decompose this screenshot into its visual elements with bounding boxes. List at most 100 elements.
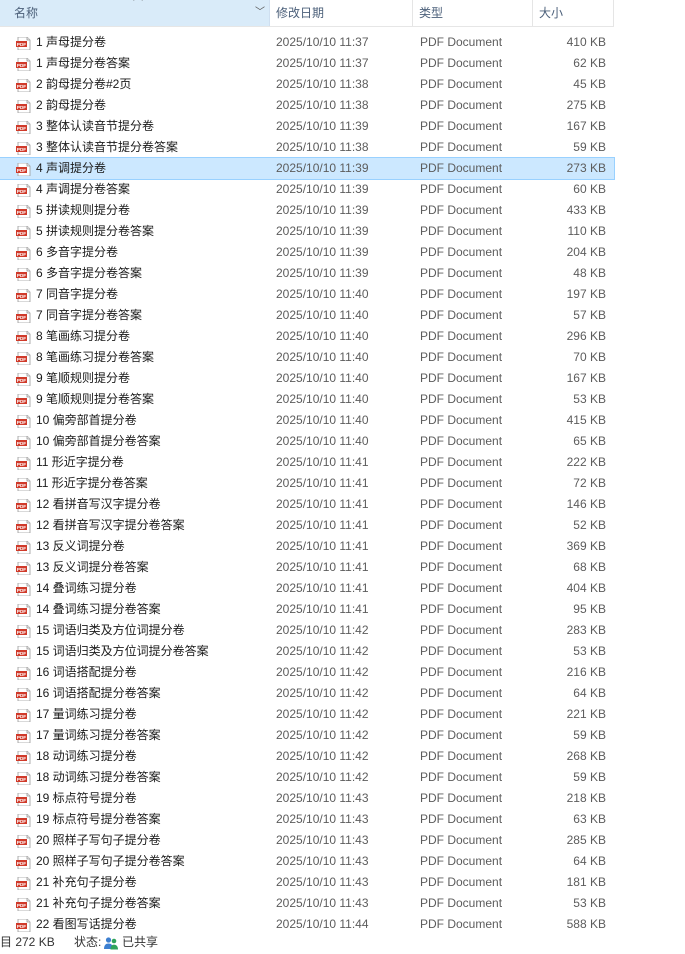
column-header-name[interactable]: ︿ 名称 ﹀ xyxy=(0,0,270,26)
file-type: PDF Document xyxy=(420,413,503,427)
file-size: 167 KB xyxy=(566,371,606,385)
file-name: 13 反义词提分卷答案 xyxy=(36,560,149,574)
file-list: PDF 1 声母提分卷 2025/10/10 11:37 PDF Document 41… xyxy=(0,32,615,935)
file-row[interactable]: PDF 15 词语归类及方位词提分卷答案 2025/10/10 11:42 PDF D… xyxy=(0,641,614,662)
file-name: 10 偏旁部首提分卷答案 xyxy=(36,434,161,448)
file-row[interactable]: PDF 18 动词练习提分卷 2025/10/10 11:42 PDF Documen… xyxy=(0,746,614,767)
file-type: PDF Document xyxy=(420,203,503,217)
file-size: 53 KB xyxy=(573,896,606,910)
file-row[interactable]: PDF 6 多音字提分卷答案 2025/10/10 11:39 PDF Documen… xyxy=(0,263,614,284)
file-date: 2025/10/10 11:42 xyxy=(276,623,369,637)
pdf-file-icon: PDF xyxy=(16,351,31,366)
file-row[interactable]: PDF 7 同音字提分卷 2025/10/10 11:40 PDF Document 1… xyxy=(0,284,614,305)
file-row[interactable]: PDF 8 笔画练习提分卷答案 2025/10/10 11:40 PDF Docume… xyxy=(0,347,614,368)
pdf-file-icon: PDF xyxy=(16,477,31,492)
file-row[interactable]: PDF 1 声母提分卷答案 2025/10/10 11:37 PDF Document… xyxy=(0,53,614,74)
file-row[interactable]: PDF 10 偏旁部首提分卷答案 2025/10/10 11:40 PDF Docum… xyxy=(0,431,614,452)
pdf-file-icon: PDF xyxy=(16,729,31,744)
file-type: PDF Document xyxy=(420,749,503,763)
svg-text:PDF: PDF xyxy=(17,441,26,446)
svg-text:PDF: PDF xyxy=(17,714,26,719)
file-row[interactable]: PDF 18 动词练习提分卷答案 2025/10/10 11:42 PDF Docum… xyxy=(0,767,614,788)
file-date: 2025/10/10 11:43 xyxy=(276,812,369,826)
file-row[interactable]: PDF 12 看拼音写汉字提分卷答案 2025/10/10 11:41 PDF Doc… xyxy=(0,515,614,536)
file-row[interactable]: PDF 13 反义词提分卷 2025/10/10 11:41 PDF Document… xyxy=(0,536,614,557)
column-header-type[interactable]: 类型 xyxy=(413,0,533,26)
svg-text:PDF: PDF xyxy=(17,336,26,341)
file-date: 2025/10/10 11:37 xyxy=(276,56,369,70)
file-row[interactable]: PDF 11 形近字提分卷 2025/10/10 11:41 PDF Document… xyxy=(0,452,614,473)
column-header-size[interactable]: 大小 xyxy=(533,0,614,26)
pdf-file-icon: PDF xyxy=(16,750,31,765)
file-row[interactable]: PDF 2 韵母提分卷 2025/10/10 11:38 PDF Document 27… xyxy=(0,95,614,116)
file-row[interactable]: PDF 7 同音字提分卷答案 2025/10/10 11:40 PDF Documen… xyxy=(0,305,614,326)
file-row[interactable]: PDF 11 形近字提分卷答案 2025/10/10 11:41 PDF Docume… xyxy=(0,473,614,494)
file-row[interactable]: PDF 13 反义词提分卷答案 2025/10/10 11:41 PDF Docume… xyxy=(0,557,614,578)
file-row[interactable]: PDF 3 整体认读音节提分卷 2025/10/10 11:39 PDF Docume… xyxy=(0,116,614,137)
file-row[interactable]: PDF 5 拼读规则提分卷 2025/10/10 11:39 PDF Document… xyxy=(0,200,614,221)
file-size: 52 KB xyxy=(573,518,606,532)
file-row[interactable]: PDF 19 标点符号提分卷 2025/10/10 11:43 PDF Documen… xyxy=(0,788,614,809)
file-type: PDF Document xyxy=(420,791,503,805)
file-row[interactable]: PDF 16 词语搭配提分卷答案 2025/10/10 11:42 PDF Docum… xyxy=(0,683,614,704)
chevron-down-icon[interactable]: ﹀ xyxy=(255,0,265,26)
file-date: 2025/10/10 11:38 xyxy=(276,77,369,91)
svg-text:PDF: PDF xyxy=(17,924,26,929)
file-size: 218 KB xyxy=(566,791,606,805)
selection-size: 目 272 KB xyxy=(0,935,55,949)
file-name: 16 词语搭配提分卷 xyxy=(36,665,137,679)
file-row[interactable]: PDF 20 照样子写句子提分卷答案 2025/10/10 11:43 PDF Doc… xyxy=(0,851,614,872)
file-row[interactable]: PDF 9 笔顺规则提分卷 2025/10/10 11:40 PDF Document… xyxy=(0,368,614,389)
svg-text:PDF: PDF xyxy=(17,609,26,614)
file-row[interactable]: PDF 17 量词练习提分卷答案 2025/10/10 11:42 PDF Docum… xyxy=(0,725,614,746)
svg-text:PDF: PDF xyxy=(17,651,26,656)
file-row[interactable]: PDF 9 笔顺规则提分卷答案 2025/10/10 11:40 PDF Docume… xyxy=(0,389,614,410)
file-row[interactable]: PDF 12 看拼音写汉字提分卷 2025/10/10 11:41 PDF Docum… xyxy=(0,494,614,515)
file-date: 2025/10/10 11:41 xyxy=(276,560,369,574)
file-type: PDF Document xyxy=(420,350,503,364)
file-type: PDF Document xyxy=(420,308,503,322)
file-row[interactable]: PDF 20 照样子写句子提分卷 2025/10/10 11:43 PDF Docum… xyxy=(0,830,614,851)
file-row[interactable]: PDF 1 声母提分卷 2025/10/10 11:37 PDF Document 41… xyxy=(0,32,614,53)
svg-text:PDF: PDF xyxy=(17,777,26,782)
file-row[interactable]: PDF 5 拼读规则提分卷答案 2025/10/10 11:39 PDF Docume… xyxy=(0,221,614,242)
file-date: 2025/10/10 11:38 xyxy=(276,140,369,154)
column-header-date[interactable]: 修改日期 xyxy=(270,0,413,26)
file-name: 14 叠词练习提分卷 xyxy=(36,581,137,595)
file-row[interactable]: PDF 14 叠词练习提分卷答案 2025/10/10 11:41 PDF Docum… xyxy=(0,599,614,620)
file-date: 2025/10/10 11:39 xyxy=(276,224,369,238)
svg-text:PDF: PDF xyxy=(17,756,26,761)
file-row[interactable]: PDF 19 标点符号提分卷答案 2025/10/10 11:43 PDF Docum… xyxy=(0,809,614,830)
file-row[interactable]: PDF 6 多音字提分卷 2025/10/10 11:39 PDF Document 2… xyxy=(0,242,614,263)
file-row[interactable]: PDF 14 叠词练习提分卷 2025/10/10 11:41 PDF Documen… xyxy=(0,578,614,599)
file-row[interactable]: PDF 16 词语搭配提分卷 2025/10/10 11:42 PDF Documen… xyxy=(0,662,614,683)
file-size: 204 KB xyxy=(566,245,606,259)
file-size: 95 KB xyxy=(573,602,606,616)
file-row[interactable]: PDF 3 整体认读音节提分卷答案 2025/10/10 11:38 PDF Docu… xyxy=(0,137,614,158)
file-row[interactable]: PDF 17 量词练习提分卷 2025/10/10 11:42 PDF Documen… xyxy=(0,704,614,725)
file-row[interactable]: PDF 15 词语归类及方位词提分卷 2025/10/10 11:42 PDF Doc… xyxy=(0,620,614,641)
file-type: PDF Document xyxy=(420,455,503,469)
file-type: PDF Document xyxy=(420,644,503,658)
file-size: 275 KB xyxy=(566,98,606,112)
file-row[interactable]: PDF 8 笔画练习提分卷 2025/10/10 11:40 PDF Document… xyxy=(0,326,614,347)
file-type: PDF Document xyxy=(420,896,503,910)
file-row[interactable]: PDF 21 补充句子提分卷 2025/10/10 11:43 PDF Documen… xyxy=(0,872,614,893)
file-row[interactable]: PDF 21 补充句子提分卷答案 2025/10/10 11:43 PDF Docum… xyxy=(0,893,614,914)
file-type: PDF Document xyxy=(420,245,503,259)
file-row[interactable]: PDF 10 偏旁部首提分卷 2025/10/10 11:40 PDF Documen… xyxy=(0,410,614,431)
file-type: PDF Document xyxy=(420,287,503,301)
file-name: 12 看拼音写汉字提分卷答案 xyxy=(36,518,185,532)
file-name: 3 整体认读音节提分卷 xyxy=(36,119,155,133)
file-name: 18 动词练习提分卷 xyxy=(36,749,137,763)
svg-text:PDF: PDF xyxy=(17,630,26,635)
file-name: 3 整体认读音节提分卷答案 xyxy=(36,140,179,154)
file-type: PDF Document xyxy=(420,140,503,154)
file-row[interactable]: PDF 4 声调提分卷答案 2025/10/10 11:39 PDF Document… xyxy=(0,179,614,200)
file-size: 53 KB xyxy=(573,392,606,406)
file-name: 21 补充句子提分卷答案 xyxy=(36,896,161,910)
column-header-name-label: 名称 xyxy=(14,6,39,20)
file-row[interactable]: PDF 2 韵母提分卷#2页 2025/10/10 11:38 PDF Documen… xyxy=(0,74,614,95)
file-row[interactable]: PDF 4 声调提分卷 2025/10/10 11:39 PDF Document 27… xyxy=(0,157,615,180)
pdf-file-icon: PDF xyxy=(16,330,31,345)
